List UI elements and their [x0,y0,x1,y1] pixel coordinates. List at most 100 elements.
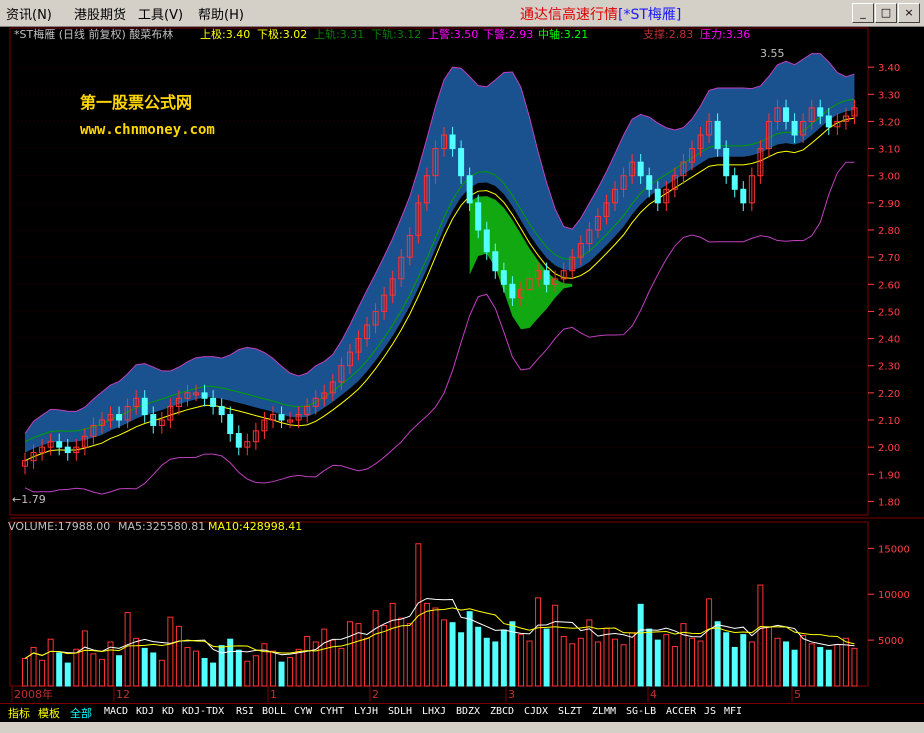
candle-body [500,270,507,285]
volume-bar [193,650,200,687]
price-tick: 2.10 [878,416,900,427]
volume-ma10: MA10:428998.41 [208,520,302,533]
indicator-6: 中轴:3.21 [538,27,588,41]
indicator-7: 支撑:2.83 [643,27,693,41]
tab-zlmm[interactable]: ZLMM [592,706,616,717]
candle-body [150,414,157,426]
volume-bar [287,657,294,687]
minimize-button[interactable]: _ [852,3,874,23]
candle-body [723,148,730,177]
tab-kd[interactable]: KD [162,706,174,717]
tab-template[interactable]: 模板 [38,705,60,721]
date-label: 4 [650,688,657,701]
volume-bar [526,640,533,687]
date-label: 3 [508,688,515,701]
menu-hk-futures[interactable]: 港股期货 [74,4,126,23]
tab-kdj[interactable]: KDJ [136,706,154,717]
close-button[interactable]: × [898,3,920,23]
volume-bar [483,637,490,687]
window-title: [*ST梅雁] [618,7,682,23]
price-tick: 1.90 [878,470,900,481]
tab-indicator[interactable]: 指标 [8,705,30,721]
volume-bar [141,647,148,687]
tab-sg-lb[interactable]: SG-LB [626,706,656,717]
volume-bar [646,628,653,687]
price-tick: 2.70 [878,253,900,264]
tab-sdlh[interactable]: SDLH [388,706,412,717]
candle-body [466,175,473,204]
date-label: 2 [372,688,379,701]
tab-macd[interactable]: MACD [104,706,128,717]
volume-bar [731,646,738,687]
tab-zbcd[interactable]: ZBCD [490,706,514,717]
volume-bar [449,622,456,687]
volume-bar [81,630,88,687]
high-annotation: 3.55 [760,47,785,60]
tab-js[interactable]: JS [704,706,716,717]
volume-bar [295,648,302,687]
tab-bdzx[interactable]: BDZX [456,706,480,717]
candle-body [791,120,798,136]
volume-tick: 15000 [878,544,910,555]
volume-bar [304,635,311,687]
tab-slzt[interactable]: SLZT [558,706,582,717]
app-title: 通达信高速行情[*ST梅雁] [520,4,681,24]
candle-body [141,397,148,416]
price-tick: 2.20 [878,389,900,400]
candle-body [483,229,490,253]
volume-bar [184,646,191,687]
volume-bar [560,635,567,687]
candle-body [637,161,644,177]
indicator-4: 上警:3.50 [428,27,478,41]
volume-ma5: MA5:325580.81 [118,520,205,533]
menu-info[interactable]: 资讯(N) [6,4,52,23]
volume-bar [535,597,542,687]
volume-bar [808,643,815,687]
volume-bar [603,627,610,687]
tab-all[interactable]: 全部 [70,705,92,721]
candle-body [201,392,208,399]
tab-cyw[interactable]: CYW [294,706,312,717]
volume-bar [278,661,285,687]
volume-bar [22,657,28,687]
volume-bar [56,652,63,687]
menu-tools[interactable]: 工具(V) [138,4,183,23]
tab-rsi[interactable]: RSI [236,706,254,717]
price-tick: 3.40 [878,63,900,74]
stock-title: *ST梅雁 (日线 前复权) 酸菜布林 [14,27,173,41]
tab-lyjh[interactable]: LYJH [354,706,378,717]
menu-bar: 资讯(N) 港股期货 工具(V) 帮助(H) 通达信高速行情[*ST梅雁] _ … [0,0,924,27]
candle-body [458,148,465,177]
volume-bar [124,612,131,687]
candle-body [210,397,217,407]
tab-kdj-tdx[interactable]: KDJ-TDX [182,706,224,717]
volume-bar [825,649,832,687]
candle-body [654,188,661,204]
price-tick: 3.20 [878,117,900,128]
volume-bar [218,645,225,687]
volume-bar [107,641,114,687]
volume-bar [706,598,713,687]
volume-bar [740,634,747,687]
price-tick: 3.30 [878,90,900,101]
menu-help[interactable]: 帮助(H) [198,4,244,23]
volume-bar [252,655,259,687]
tab-lhxj[interactable]: LHXJ [422,706,446,717]
volume-bar [406,623,413,687]
indicator-8: 压力:3.36 [700,28,750,41]
volume-bar [543,628,550,687]
tab-accer[interactable]: ACCER [666,706,696,717]
volume-bar [791,649,798,687]
tab-mfi[interactable]: MFI [724,706,742,717]
volume-bar [381,624,388,687]
tab-cjdx[interactable]: CJDX [524,706,548,717]
indicator-tab-bar: 指标 模板 全部 MACD KDJ KD KDJ-TDX RSI BOLL CYW CYHT L… [0,703,924,722]
tab-cyht[interactable]: CYHT [320,706,344,717]
chart-area[interactable]: *ST梅雁 (日线 前复权) 酸菜布林 上极:3.40 下极:3.02 上轨:3.31… [0,26,924,702]
volume-bar [774,637,781,687]
volume-bar [817,646,824,687]
candle-body [64,446,71,454]
volume-bar [64,662,71,687]
tab-boll[interactable]: BOLL [262,706,286,717]
maximize-button[interactable]: □ [875,3,897,23]
